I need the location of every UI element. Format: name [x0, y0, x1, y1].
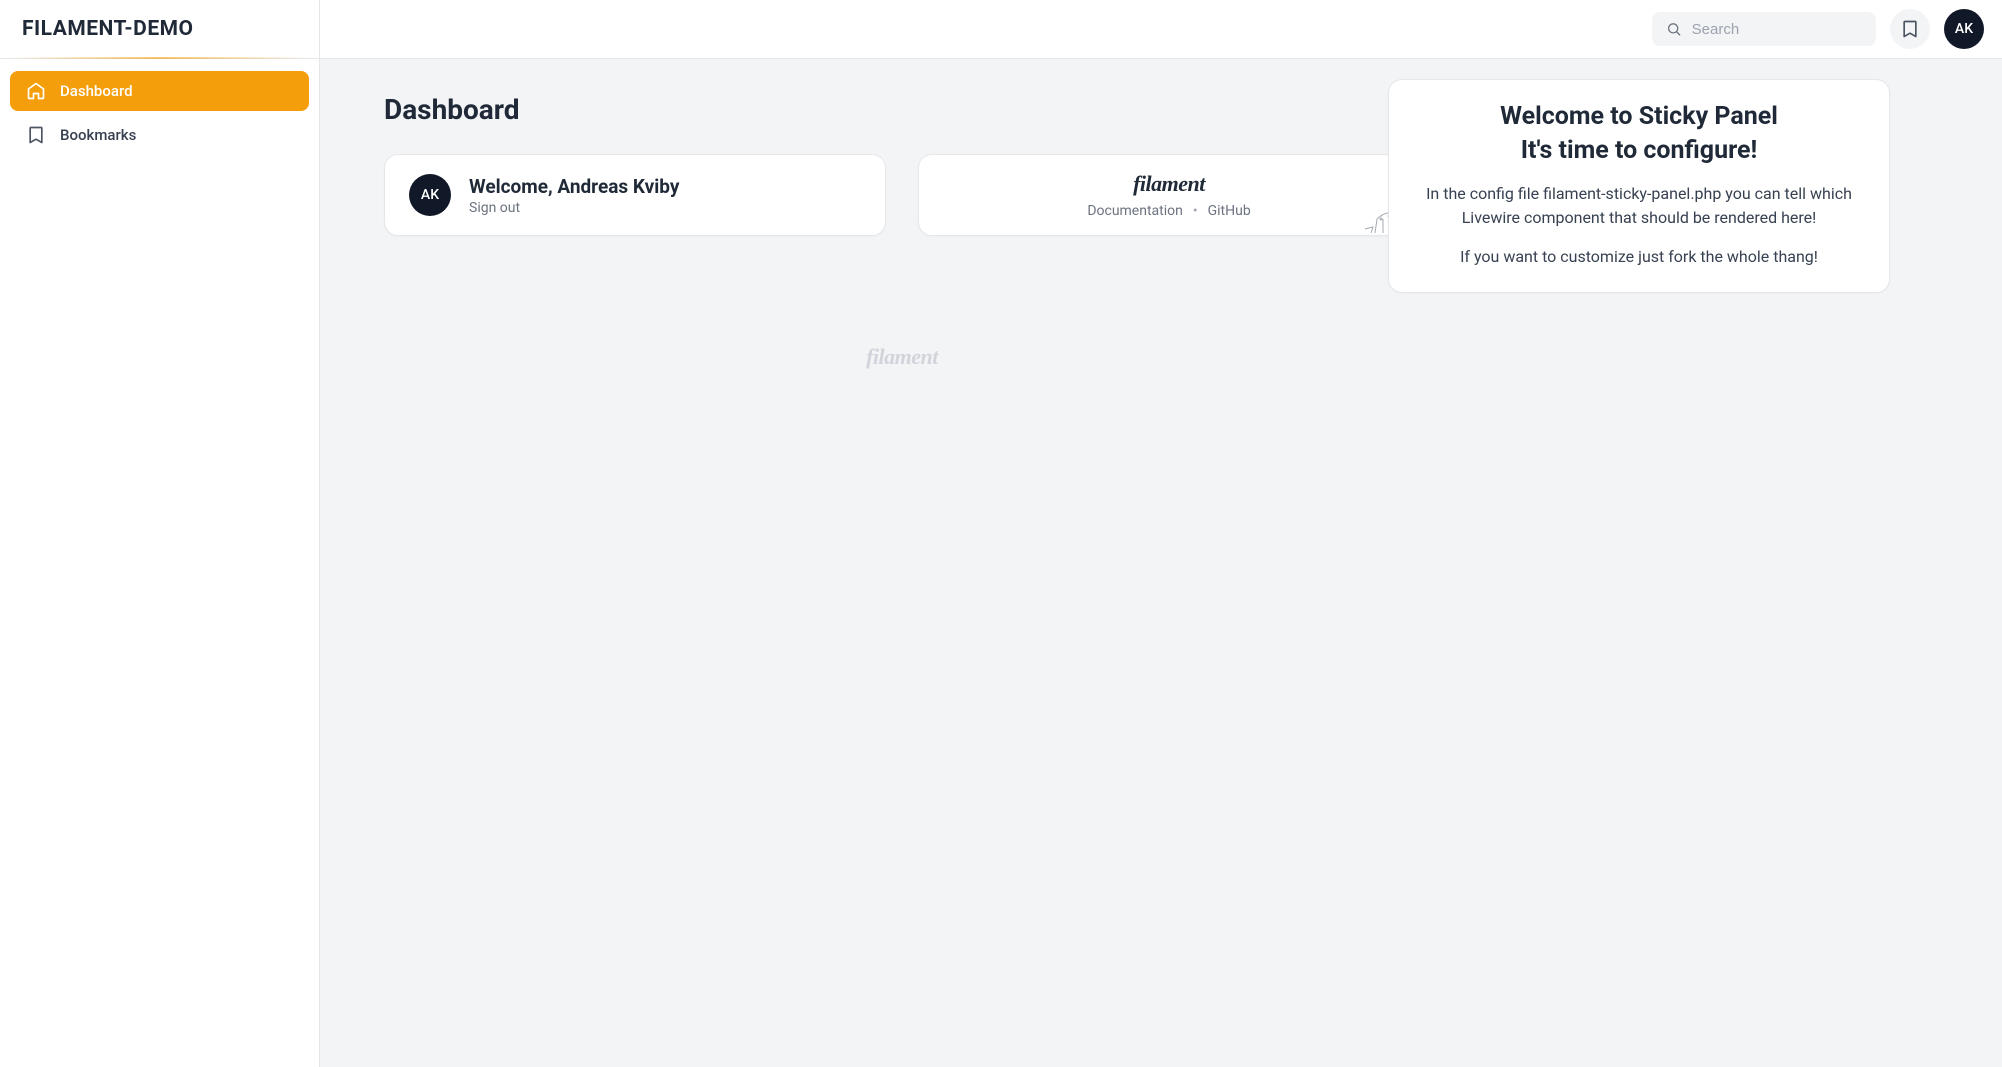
- sidebar-item-label: Bookmarks: [60, 126, 136, 144]
- footer-filament-logo: filament: [866, 344, 938, 369]
- bookmark-icon: [26, 125, 46, 145]
- bookmark-icon: [1900, 19, 1920, 39]
- welcome-card: AK Welcome, Andreas Kviby Sign out: [384, 154, 886, 236]
- filament-links: Documentation • GitHub: [1087, 203, 1250, 219]
- welcome-avatar: AK: [409, 174, 451, 216]
- main-panel: AK Dashboard AK Welcome, Andreas Kviby S…: [320, 0, 2002, 1067]
- sidebar-nav: Dashboard Bookmarks: [0, 59, 319, 167]
- github-link[interactable]: GitHub: [1208, 203, 1251, 219]
- sticky-panel-heading: Welcome to Sticky Panel It's time to con…: [1403, 100, 1875, 168]
- bookmarks-button[interactable]: [1890, 9, 1930, 49]
- footer-logo: filament: [384, 344, 1420, 370]
- search-field[interactable]: [1652, 12, 1876, 46]
- sidebar-item-bookmarks[interactable]: Bookmarks: [10, 115, 309, 155]
- sticky-panel-body1: In the config file filament-sticky-panel…: [1403, 182, 1875, 232]
- sticky-heading-line2: It's time to configure!: [1521, 136, 1758, 165]
- sidebar-header: FILAMENT-DEMO: [0, 0, 319, 59]
- welcome-text: Welcome, Andreas Kviby Sign out: [469, 175, 679, 216]
- filament-info-card: filament Documentation • GitHub: [918, 154, 1420, 236]
- search-input[interactable]: [1692, 21, 1862, 38]
- topbar: AK: [320, 0, 2002, 59]
- dashboard-cards-row: AK Welcome, Andreas Kviby Sign out filam…: [384, 154, 1420, 236]
- sidebar-item-label: Dashboard: [60, 82, 133, 100]
- content-area: Dashboard AK Welcome, Andreas Kviby Sign…: [320, 59, 2002, 1067]
- home-icon: [26, 81, 46, 101]
- welcome-greeting: Welcome, Andreas Kviby: [469, 175, 679, 198]
- signout-link[interactable]: Sign out: [469, 200, 679, 216]
- separator-dot: •: [1193, 203, 1198, 219]
- sticky-panel: Welcome to Sticky Panel It's time to con…: [1388, 79, 1890, 293]
- filament-logo: filament: [1133, 171, 1205, 197]
- search-icon: [1666, 20, 1682, 38]
- brand-title: FILAMENT-DEMO: [22, 17, 194, 41]
- sticky-panel-body2: If you want to customize just fork the w…: [1403, 245, 1875, 270]
- sticky-heading-line1: Welcome to Sticky Panel: [1500, 102, 1778, 131]
- sidebar: FILAMENT-DEMO Dashboard Bookmarks: [0, 0, 320, 1067]
- user-avatar[interactable]: AK: [1944, 9, 1984, 49]
- documentation-link[interactable]: Documentation: [1087, 203, 1183, 219]
- sidebar-item-dashboard[interactable]: Dashboard: [10, 71, 309, 111]
